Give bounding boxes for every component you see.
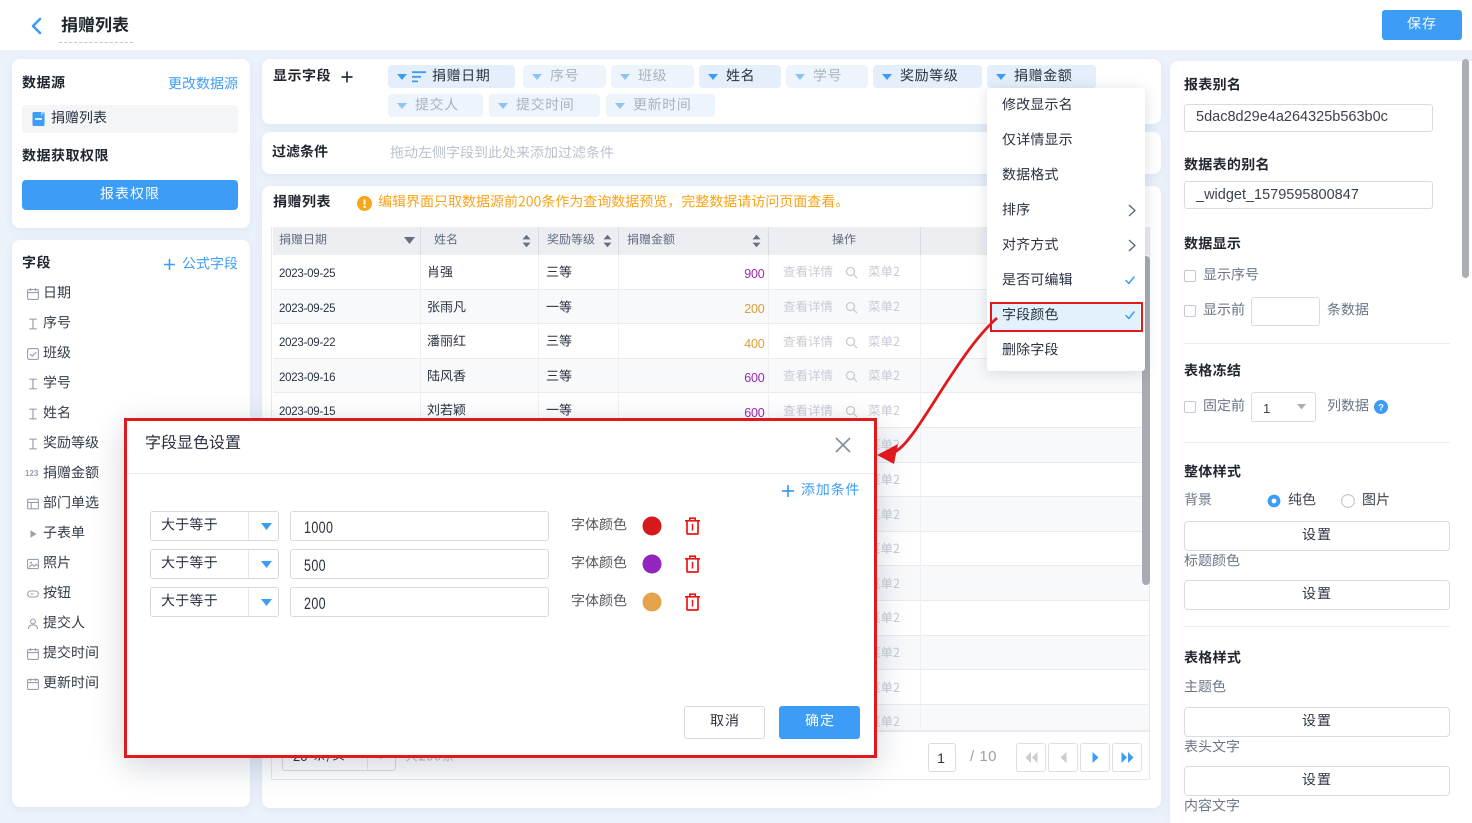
svg-text:500: 500 [304, 558, 326, 576]
svg-text:?: ? [1378, 402, 1384, 413]
svg-text:1000: 1000 [304, 520, 333, 538]
svg-text:200: 200 [304, 596, 326, 614]
